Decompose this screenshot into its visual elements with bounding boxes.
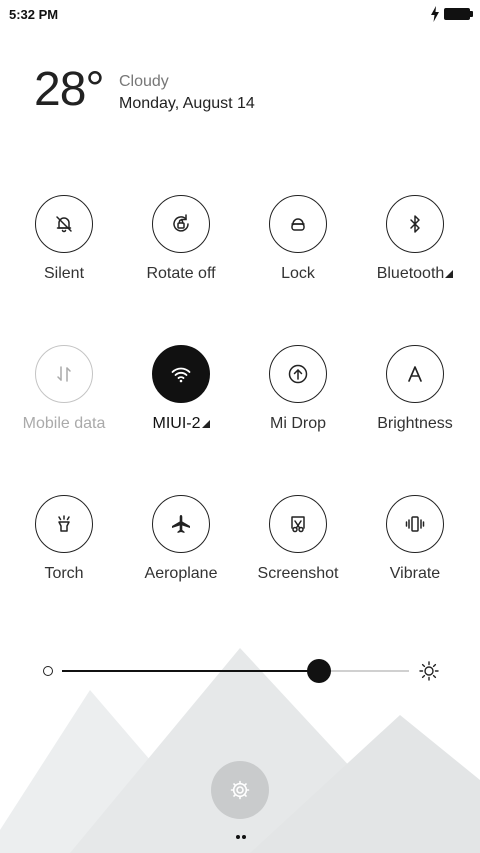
toggle-silent-label: Silent [43, 265, 85, 282]
toggle-torch[interactable]: Torch [6, 495, 122, 583]
toggle-mobile-data-label: Mobile data [22, 415, 106, 432]
auto-brightness-icon [408, 366, 422, 382]
toggle-vibrate-label: Vibrate [389, 565, 441, 582]
toggle-lock-label: Lock [281, 265, 315, 282]
flashlight-icon [58, 515, 70, 532]
gear-icon [230, 780, 250, 800]
page-dot-2 [242, 835, 246, 839]
toggle-brightness[interactable]: Brightness [357, 345, 473, 433]
weather-temperature: 28° [34, 63, 105, 116]
brightness-slider-track[interactable] [62, 659, 409, 683]
wifi-network-name: MIUI-2 [152, 415, 201, 432]
page-dot-1 [236, 835, 240, 839]
airplane-icon [172, 515, 190, 533]
vibrate-icon [405, 516, 425, 532]
toggle-screenshot-button[interactable] [269, 495, 327, 553]
brightness-slider-fill [62, 670, 319, 672]
settings-button[interactable] [211, 761, 269, 819]
toggle-lock[interactable]: Lock [240, 195, 356, 283]
toggle-rotate[interactable]: Rotate off [123, 195, 239, 283]
toggle-vibrate-button[interactable] [386, 495, 444, 553]
page-indicator [234, 835, 248, 841]
toggle-brightness-button[interactable] [386, 345, 444, 403]
toggle-wifi[interactable]: MIUI-2 [123, 345, 239, 433]
toggle-mi-drop-button[interactable] [269, 345, 327, 403]
status-time: 5:32 PM [9, 7, 59, 22]
bluetooth-submenu-indicator[interactable] [445, 270, 454, 278]
toggle-mobile-data[interactable]: Mobile data [6, 345, 122, 433]
toggle-screenshot[interactable]: Screenshot [240, 495, 356, 583]
toggle-wifi-button[interactable] [152, 345, 210, 403]
toggle-silent-button[interactable] [35, 195, 93, 253]
toggle-vibrate[interactable]: Vibrate [357, 495, 473, 583]
rotate-lock-icon [173, 214, 189, 232]
toggle-aeroplane-button[interactable] [152, 495, 210, 553]
weather-condition: Cloudy [119, 73, 169, 90]
toggle-aeroplane-label: Aeroplane [144, 565, 218, 582]
sun-icon [419, 661, 439, 681]
toggle-bluetooth-button[interactable] [386, 195, 444, 253]
toggle-bluetooth-label: Bluetooth [357, 265, 473, 283]
toggle-mi-drop[interactable]: Mi Drop [240, 345, 356, 433]
bluetooth-icon [410, 215, 420, 233]
brightness-slider-thumb[interactable] [306, 659, 331, 683]
lock-icon [291, 218, 305, 231]
bluetooth-label-text: Bluetooth [376, 265, 445, 282]
toggle-bluetooth[interactable]: Bluetooth [357, 195, 473, 283]
scissors-icon [291, 516, 305, 533]
toggle-torch-label: Torch [44, 565, 84, 582]
battery-icon [444, 8, 470, 20]
toggle-screenshot-label: Screenshot [257, 565, 339, 582]
brightness-slider[interactable] [40, 655, 440, 687]
toggle-aeroplane[interactable]: Aeroplane [123, 495, 239, 583]
charging-icon [431, 6, 439, 22]
toggle-lock-button[interactable] [269, 195, 327, 253]
toggle-silent[interactable]: Silent [6, 195, 122, 283]
toggle-rotate-button[interactable] [152, 195, 210, 253]
upload-icon [288, 364, 308, 384]
wifi-submenu-indicator[interactable] [201, 420, 210, 428]
bell-off-icon [56, 216, 72, 233]
toggle-torch-button[interactable] [35, 495, 93, 553]
toggle-rotate-label: Rotate off [146, 265, 216, 282]
data-arrows-icon [57, 366, 71, 382]
wifi-icon [171, 367, 191, 383]
toggle-mobile-data-button[interactable] [35, 345, 93, 403]
battery-tip [470, 11, 473, 17]
status-bar: 5:32 PM [0, 0, 480, 28]
toggle-wifi-label: MIUI-2 [123, 415, 239, 433]
toggle-mi-drop-label: Mi Drop [269, 415, 326, 432]
weather-date: Monday, August 14 [119, 95, 255, 112]
brightness-min-icon [43, 666, 53, 676]
toggle-brightness-label: Brightness [377, 415, 453, 432]
